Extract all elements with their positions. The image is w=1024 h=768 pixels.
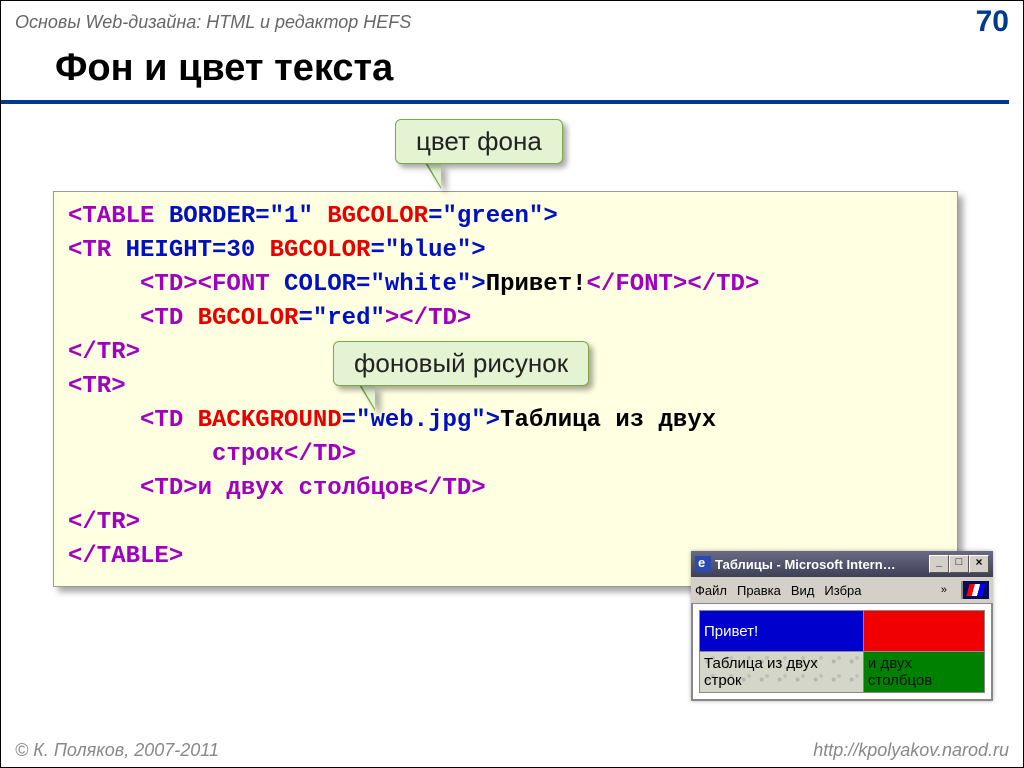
maximize-button[interactable]: □ — [949, 555, 969, 573]
code-l1: <TABLE BORDER="1" BGCOLOR="green"> — [68, 203, 558, 230]
menu-more-icon[interactable]: » — [941, 584, 947, 596]
minimize-button[interactable]: _ — [929, 555, 949, 573]
browser-titlebar[interactable]: Таблицы - Microsoft Intern… _ □ × — [691, 551, 993, 577]
browser-window: Таблицы - Microsoft Intern… _ □ × Файл П… — [691, 551, 993, 701]
menu-favorites[interactable]: Избра — [824, 583, 861, 598]
code-l9: <TD>и двух столбцов</TD> — [68, 475, 486, 502]
slide-header: Основы Web-дизайна: HTML и редактор HEFS… — [1, 1, 1023, 45]
title-row: Фон и цвет текста — [1, 45, 1023, 104]
code-block: <TABLE BORDER="1" BGCOLOR="green"> <TR H… — [53, 191, 958, 587]
code-l8: строк</TD> — [68, 441, 356, 468]
menu-view[interactable]: Вид — [791, 583, 815, 598]
slide: Основы Web-дизайна: HTML и редактор HEFS… — [0, 0, 1024, 768]
ie-icon — [695, 556, 711, 572]
table-row: Привет! — [700, 611, 985, 652]
footer-copyright: © К. Поляков, 2007-2011 — [15, 740, 219, 761]
header-subtitle: Основы Web-дизайна: HTML и редактор HEFS — [15, 12, 411, 33]
menu-file[interactable]: Файл — [695, 583, 727, 598]
code-l5: </TR> — [68, 339, 140, 366]
close-button[interactable]: × — [969, 555, 989, 573]
cell-blue: Привет! — [700, 611, 864, 652]
callout-tail — [427, 163, 441, 187]
browser-title-text: Таблицы - Microsoft Intern… — [715, 557, 925, 572]
callout-bg-color: цвет фона — [395, 119, 563, 164]
cell-web-bg: Таблица из двух строк — [700, 652, 864, 693]
code-l10: </TR> — [68, 509, 140, 536]
footer-url: http://kpolyakov.narod.ru — [813, 740, 1009, 761]
demo-table: Привет! Таблица из двух строк и двух сто… — [699, 610, 985, 693]
browser-menubar: Файл Правка Вид Избра » — [691, 577, 993, 604]
code-l11: </TABLE> — [68, 543, 183, 570]
flag-icon — [966, 584, 985, 596]
browser-content: Привет! Таблица из двух строк и двух сто… — [691, 604, 993, 701]
window-buttons: _ □ × — [929, 555, 989, 573]
callout-bg-image-text: фоновый рисунок — [354, 348, 568, 378]
table-row: Таблица из двух строк и двух столбцов — [700, 652, 985, 693]
menu-edit[interactable]: Правка — [737, 583, 781, 598]
ie-throbber-icon — [961, 581, 989, 599]
code-l6: <TR> — [68, 373, 126, 400]
callout-tail-2 — [361, 385, 375, 409]
callout-bg-image: фоновый рисунок — [333, 341, 589, 386]
callout-bg-color-text: цвет фона — [416, 126, 542, 156]
code-l3: <TD><FONT COLOR="white">Привет!</FONT></… — [68, 271, 759, 298]
cell-green: и двух столбцов — [863, 652, 984, 693]
slide-footer: © К. Поляков, 2007-2011 http://kpolyakov… — [1, 736, 1023, 767]
page-number: 70 — [976, 5, 1009, 39]
cell-red — [863, 611, 984, 652]
code-l4: <TD BGCOLOR="red"></TD> — [68, 305, 471, 332]
code-l2: <TR HEIGHT=30 BGCOLOR="blue"> — [68, 237, 486, 264]
slide-title: Фон и цвет текста — [1, 45, 1009, 104]
code-l7: <TD BACKGROUND="web.jpg">Таблица из двух — [68, 407, 716, 434]
